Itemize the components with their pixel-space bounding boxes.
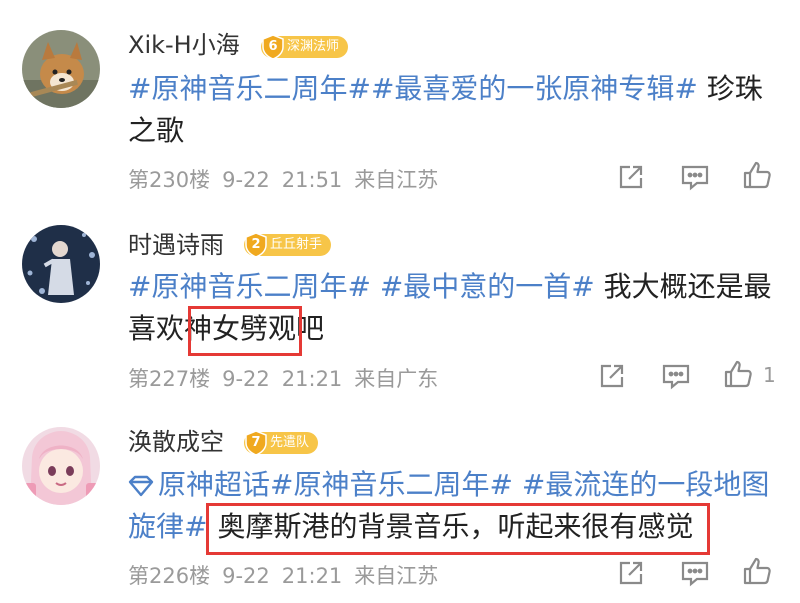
comment-location: 来自广东 [354,367,439,391]
user-badge[interactable]: 2 丘丘射手 [244,232,332,258]
supertopic-link[interactable]: 原神超话 [158,468,270,501]
badge-level: 7 [251,435,261,450]
highlight-box [188,306,302,356]
badge-level: 6 [268,39,278,54]
thumbs-up-icon[interactable] [742,160,772,190]
username[interactable]: 时遇诗雨 [128,230,224,260]
comment-date: 9-22 [222,367,270,391]
floor-number: 第230楼 [128,168,211,192]
comment-meta: 第230楼 9-22 21:51 来自江苏 [128,164,450,194]
badge-label: 丘丘射手 [270,237,323,252]
badge-label: 先遣队 [270,435,310,450]
level-shield-icon: 6 [261,34,285,60]
topic-link[interactable]: #原神音乐二周年# [128,270,371,303]
comment-item: 时遇诗雨 2 丘丘射手 #原神音乐二周年# #最中意的一首# 我大概还是最喜欢神… [0,200,800,400]
avatar[interactable] [22,427,100,505]
user-badge[interactable]: 6 深渊法师 [261,34,349,60]
comment-time: 21:51 [281,168,343,192]
thumbs-up-icon[interactable] [742,556,772,586]
thumbs-up-icon[interactable] [723,359,753,389]
floor-number: 第226楼 [128,564,211,588]
topic-link[interactable]: #最喜爱的一张原神专辑# [371,72,698,105]
username[interactable]: Xik-H小海 [128,30,240,60]
level-shield-icon: 7 [244,430,268,456]
comment-icon[interactable] [680,558,710,588]
comment-text: #原神音乐二周年##最喜爱的一张原神专辑# 珍珠之歌 [128,68,778,152]
comment-item: 涣散成空 7 先遣队 原神超话#原神音乐二周年# #最流连的一段地图旋律# 奥摩斯… [0,400,800,603]
level-shield-icon: 2 [244,232,268,258]
comment-meta: 第226楼 9-22 21:21 来自江苏 [128,560,450,590]
comment-time: 21:21 [281,564,343,588]
topic-link[interactable]: #最中意的一首# [371,270,595,303]
like-count: 1 [763,363,776,387]
badge-level: 2 [251,237,261,252]
username[interactable]: 涣散成空 [128,427,224,457]
floor-number: 第227楼 [128,367,211,391]
topic-link[interactable]: #原神音乐二周年# [128,72,371,105]
user-badge[interactable]: 7 先遣队 [244,430,319,456]
topic-link[interactable]: #原神音乐二周年# [270,468,513,501]
comment-date: 9-22 [222,168,270,192]
comment-location: 来自江苏 [354,168,439,192]
comment-date: 9-22 [222,564,270,588]
avatar[interactable] [22,30,100,108]
diamond-icon [128,475,154,497]
comment-meta: 第227楼 9-22 21:21 来自广东 [128,363,450,393]
badge-label: 深渊法师 [287,39,340,54]
comment-item: Xik-H小海 6 深渊法师 #原神音乐二周年##最喜爱的一张原神专辑# 珍珠之… [0,0,800,200]
comment-icon[interactable] [661,361,691,391]
share-icon[interactable] [616,558,646,588]
share-icon[interactable] [616,162,646,192]
comment-icon[interactable] [680,162,710,192]
comment-location: 来自江苏 [354,564,439,588]
share-icon[interactable] [597,361,627,391]
highlight-box [206,503,710,555]
comment-time: 21:21 [281,367,343,391]
avatar[interactable] [22,225,100,303]
